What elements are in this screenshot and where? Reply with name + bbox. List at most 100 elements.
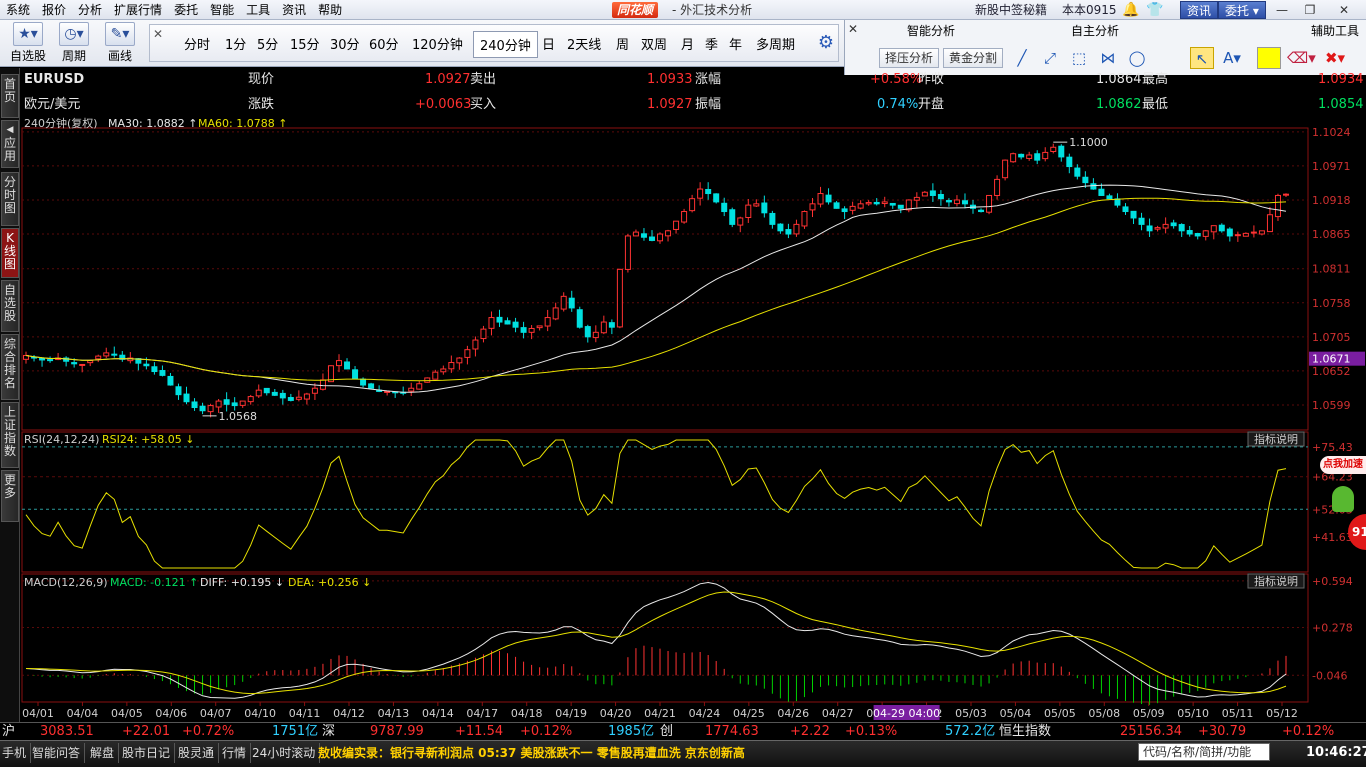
date-tick-label: 04/12	[333, 707, 365, 720]
candle-body	[303, 393, 310, 400]
kline-chart[interactable]: 1.1000 1.0568 1.1024 1.0971 1.0918 1.0865 1.0…	[0, 0, 1366, 767]
date-tick-label: 04/14	[422, 707, 454, 720]
candle-body	[87, 360, 94, 364]
candle-body	[761, 202, 768, 214]
candle-body	[721, 202, 728, 213]
macd-tick-label: -0.046	[1312, 669, 1347, 682]
candle-body	[1250, 231, 1257, 234]
cy-percent: +0.13%	[845, 724, 898, 739]
price-tick-label: 1.0758	[1312, 297, 1351, 310]
price-tick-label: 1.0811	[1312, 263, 1351, 276]
candle-body	[287, 397, 294, 401]
candle-body	[825, 194, 832, 203]
high-label: 1.1000	[1069, 136, 1108, 149]
code-search-input[interactable]: 代码/名称/简拼/功能	[1138, 743, 1270, 761]
candle-body	[881, 201, 888, 204]
dea-line	[25, 591, 1287, 695]
candle-body	[1010, 153, 1017, 163]
sz-label[interactable]: 深	[322, 723, 335, 741]
date-tick-label: 04/10	[244, 707, 276, 720]
ma60-line	[25, 197, 1287, 382]
speedup-widget[interactable]: 点我加速 91	[1318, 450, 1366, 560]
candle-body	[536, 325, 543, 329]
low-label: 1.0568	[219, 410, 258, 423]
candle-body	[79, 363, 86, 366]
candle-body	[352, 369, 359, 380]
candle-body	[199, 405, 206, 412]
candle-body	[335, 360, 342, 367]
candle-body	[785, 229, 792, 235]
date-tick-label: 04/17	[466, 707, 498, 720]
candle-body	[520, 327, 527, 333]
candle-body	[1042, 151, 1049, 160]
price-axis: 1.1024 1.0971 1.0918 1.0865 1.0811 1.0758 1.07…	[1309, 126, 1365, 412]
candle-body	[1002, 159, 1009, 179]
date-tick-label: 04/19	[555, 707, 587, 720]
candle-body	[560, 295, 567, 310]
status-tab-diary[interactable]: 股市日记	[122, 743, 176, 763]
crosshair-time-label: 04-29 04:00	[873, 707, 940, 720]
ma30-legend: MA30: 1.0882 ↑	[108, 117, 197, 130]
candle-body	[464, 349, 471, 358]
index-bar: 沪 3083.51 +22.01 +0.72% 1751亿 深 9787.99 …	[0, 722, 1366, 740]
date-tick-label: 05/08	[1088, 707, 1120, 720]
candle-body	[1146, 225, 1153, 232]
rsi24-line	[25, 439, 1287, 569]
candle-body	[624, 235, 631, 270]
candle-body	[1258, 230, 1265, 235]
candle-body	[1058, 145, 1065, 158]
price-tick-label: 1.0971	[1312, 160, 1351, 173]
status-tab-24h[interactable]: 24小时滚动	[252, 743, 321, 763]
android-icon	[1332, 486, 1354, 512]
status-tab-mobile[interactable]: 手机	[2, 743, 32, 763]
main-panel-frame	[21, 127, 1309, 431]
candle-body	[665, 230, 672, 237]
candle-body	[592, 331, 599, 339]
candle-body	[978, 209, 985, 213]
status-tab-jiepan[interactable]: 解盘	[90, 743, 120, 763]
sz-index: 9787.99	[370, 724, 424, 739]
candle-body	[913, 196, 920, 201]
cy-label[interactable]: 创	[660, 723, 673, 741]
candle-body	[215, 400, 222, 408]
candle-body	[657, 233, 664, 242]
candle-body	[1154, 227, 1161, 230]
hs-label[interactable]: 恒生指数	[999, 723, 1051, 741]
date-tick-label: 04/04	[67, 707, 99, 720]
hs-index: 25156.34	[1120, 724, 1183, 739]
candle-body	[986, 194, 993, 213]
candle-body	[480, 328, 487, 340]
candle-body	[295, 396, 302, 400]
candle-body	[151, 366, 158, 373]
price-tick-label: 1.0918	[1312, 194, 1351, 207]
date-tick-label: 04/20	[600, 707, 632, 720]
candle-body	[271, 391, 278, 396]
candle-body	[937, 194, 944, 200]
date-tick-label: 04/13	[378, 707, 410, 720]
speedup-badge[interactable]: 点我加速	[1320, 456, 1366, 474]
candle-body	[1170, 222, 1177, 227]
indicator-help-label: 指标说明	[1254, 432, 1298, 446]
date-tick-label: 04/07	[200, 707, 232, 720]
status-tab-quote[interactable]: 行情	[222, 743, 252, 763]
app-window: 系统 报价 分析 扩展行情 委托 智能 工具 资讯 帮助 同花顺 - 外汇技术分析 新股中签秘籍…	[0, 0, 1366, 767]
status-tab-gulingtong[interactable]: 股灵通	[178, 743, 220, 763]
date-axis: 04/01 04/04 04/05 04/06 04/07 04/10 04/11 04/12…	[22, 702, 1298, 720]
candle-body	[1130, 210, 1137, 219]
date-tick-label: 04/24	[689, 707, 721, 720]
candle-body	[729, 209, 736, 225]
candle-body	[640, 233, 647, 238]
candle-body	[632, 231, 639, 237]
candle-body	[689, 198, 696, 212]
speed-ball[interactable]: 91	[1348, 514, 1366, 550]
macd-tick-label: +0.594	[1312, 575, 1353, 588]
candle-body	[648, 236, 655, 241]
sh-label[interactable]: 沪	[2, 723, 15, 741]
candle-body	[809, 203, 816, 211]
candle-body	[47, 359, 54, 362]
news-ticker[interactable]: 敖收编实录：银行寻新利润点 05:37 美股涨跌不一 零售股再遭血洗 京东创新高	[318, 743, 745, 763]
candle-body	[416, 383, 423, 390]
status-tab-qa[interactable]: 智能问答	[32, 743, 86, 763]
date-tick-label: 05/09	[1133, 707, 1165, 720]
candle-body	[344, 361, 351, 370]
